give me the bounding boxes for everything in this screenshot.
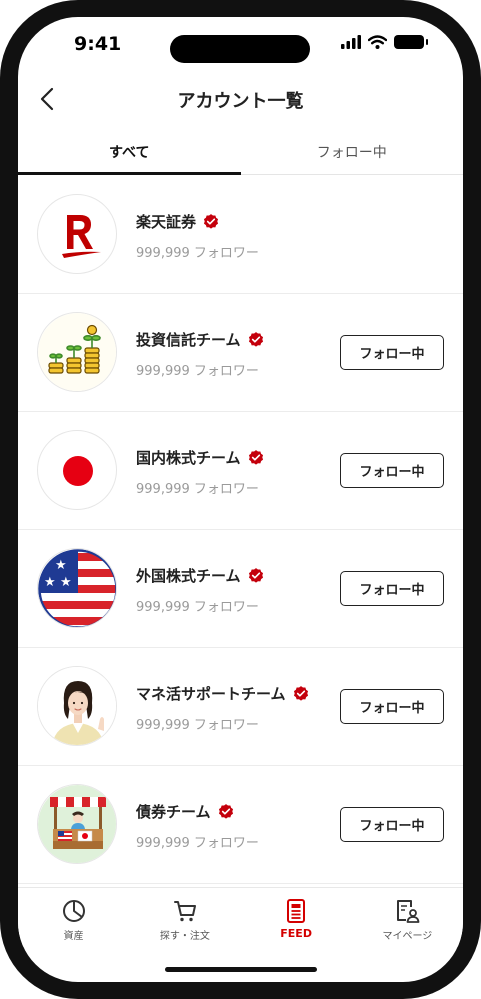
list-item[interactable]: 投資信託チーム 999,999 フォロワー フォロー中 [18, 294, 463, 412]
follower-count: 999,999 フォロワー [136, 364, 259, 379]
list-item[interactable]: ★ ★ ★ 外国株式チーム 999,999 フォロワー フォロー中 [18, 530, 463, 648]
page-title: アカウント一覧 [177, 91, 304, 112]
dynamic-island [170, 35, 310, 63]
following-button[interactable]: フォロー中 [340, 571, 444, 606]
nav-label: マイページ [382, 931, 433, 942]
account-name: 債券チーム [136, 803, 211, 821]
verified-badge-icon [248, 567, 263, 583]
nav-search-order[interactable]: 探す・注文 [129, 888, 240, 947]
account-name: 楽天証券 [136, 213, 197, 231]
account-name: 国内株式チーム [136, 449, 241, 467]
account-name-line: マネ活サポートチーム [136, 683, 310, 704]
verified-badge-icon [293, 685, 308, 701]
account-name: 投資信託チーム [136, 331, 241, 349]
phone-frame: 9:41 アカウント一覧 すべて フォロー中 楽天証券 999,999 フォロワ… [0, 0, 481, 999]
account-list: 楽天証券 999,999 フォロワー 投資信託チーム 999,999 フォロワー… [18, 176, 463, 884]
following-button[interactable]: フォロー中 [340, 335, 444, 370]
account-name: マネ活サポートチーム [136, 685, 286, 703]
svg-text:★: ★ [60, 575, 72, 590]
following-button[interactable]: フォロー中 [340, 453, 444, 488]
cart-icon [173, 901, 196, 922]
nav-label: 資産 [63, 931, 84, 942]
coins-sprout-icon [37, 312, 117, 392]
nav-assets[interactable]: 資産 [18, 888, 129, 947]
status-time: 9:41 [74, 33, 122, 55]
list-item[interactable]: マネ活サポートチーム 999,999 フォロワー フォロー中 [18, 648, 463, 766]
account-name-line: 投資信託チーム [136, 329, 265, 350]
support-woman-avatar [37, 666, 117, 746]
follower-count: 999,999 フォロワー [136, 718, 259, 733]
following-button[interactable]: フォロー中 [340, 689, 444, 724]
nav-label: FEED [280, 927, 312, 940]
follower-count: 999,999 フォロワー [136, 600, 259, 615]
japan-flag-icon [37, 430, 117, 510]
verified-badge-icon [248, 449, 263, 465]
status-icons [341, 35, 428, 49]
list-item[interactable]: 楽天証券 999,999 フォロワー [18, 176, 463, 294]
account-name-line: 国内株式チーム [136, 447, 265, 468]
us-flag-icon: ★ ★ ★ [37, 548, 117, 628]
feed-document-icon [287, 899, 306, 923]
nav-label: 探す・注文 [159, 931, 210, 942]
following-button[interactable]: フォロー中 [340, 807, 444, 842]
svg-text:★: ★ [55, 558, 67, 573]
svg-text:★: ★ [44, 575, 56, 590]
nav-feed[interactable]: FEED [241, 888, 352, 947]
account-name-line: 外国株式チーム [136, 565, 265, 586]
follower-count: 999,999 フォロワー [136, 482, 259, 497]
status-bar: 9:41 [18, 17, 463, 69]
tab-following[interactable]: フォロー中 [241, 133, 464, 174]
nav-mypage[interactable]: マイページ [352, 888, 463, 947]
tab-all[interactable]: すべて [18, 133, 241, 175]
bottom-nav: 資産 探す・注文 FEED マイページ [18, 887, 463, 947]
verified-badge-icon [203, 213, 219, 229]
profile-document-icon [397, 900, 420, 923]
verified-badge-icon [248, 331, 263, 347]
rakuten-logo [37, 194, 117, 274]
wifi-icon [368, 35, 387, 49]
list-item[interactable]: 国内株式チーム 999,999 フォロワー フォロー中 [18, 412, 463, 530]
battery-icon [394, 35, 428, 49]
account-name-line: 債券チーム [136, 801, 235, 822]
tab-bar: すべて フォロー中 [18, 133, 463, 175]
market-stall-icon [37, 784, 117, 864]
verified-badge-icon [218, 803, 233, 819]
header: アカウント一覧 [18, 77, 463, 121]
account-name-line: 楽天証券 [136, 211, 220, 232]
account-name: 外国株式チーム [136, 567, 241, 585]
signal-icon [341, 35, 361, 49]
home-indicator[interactable] [165, 967, 317, 972]
follower-count: 999,999 フォロワー [136, 246, 259, 261]
follower-count: 999,999 フォロワー [136, 836, 259, 851]
list-item[interactable]: 債券チーム 999,999 フォロワー フォロー中 [18, 766, 463, 884]
screen: 9:41 アカウント一覧 すべて フォロー中 楽天証券 999,999 フォロワ… [18, 17, 463, 982]
pie-chart-icon [62, 900, 85, 922]
